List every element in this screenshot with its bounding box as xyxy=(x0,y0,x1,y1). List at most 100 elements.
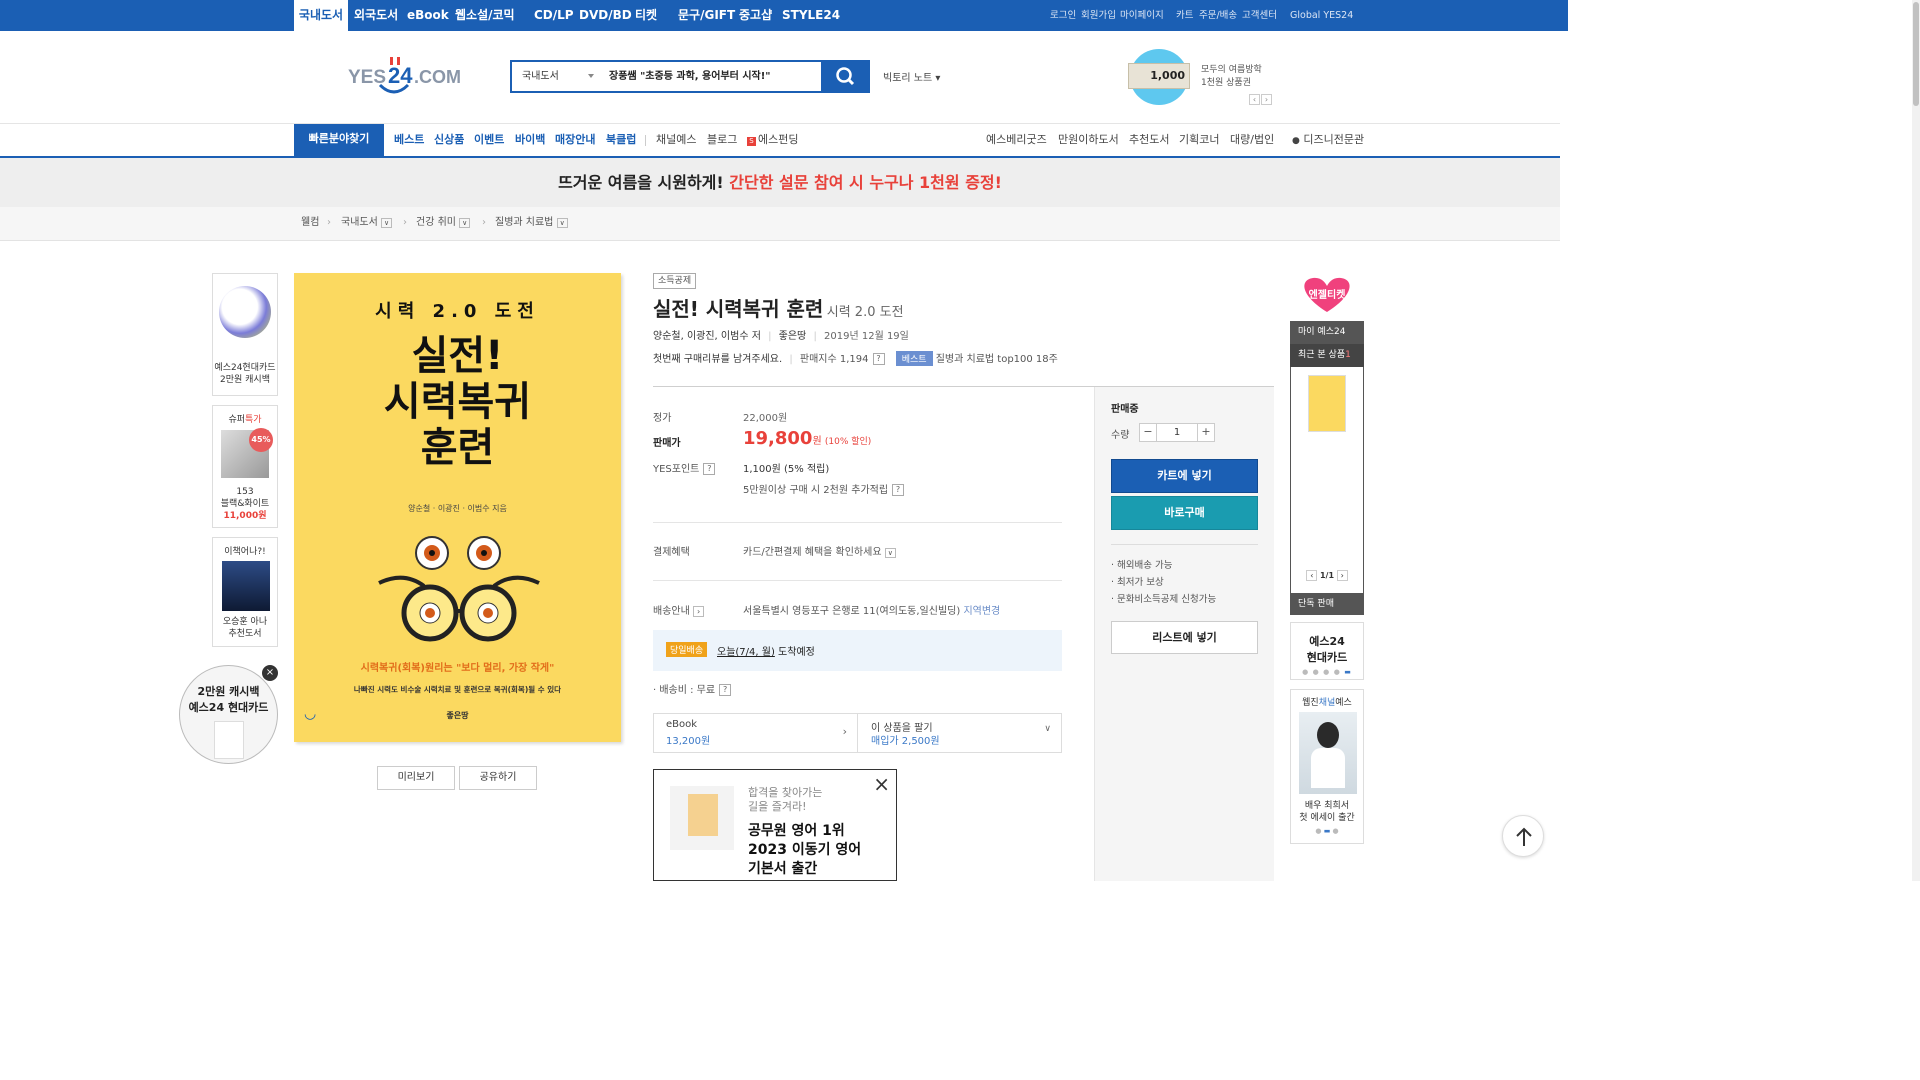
breadcrumb-item-1[interactable]: 국내도서 ∨ xyxy=(341,207,393,239)
nav-bookclub[interactable]: 북클럽 xyxy=(606,124,636,156)
carousel-dots[interactable]: ● ● ● ● ▬ xyxy=(1291,668,1363,676)
review-link[interactable]: 첫번째 구매리뷰를 남겨주세요. xyxy=(653,354,782,365)
nav-best[interactable]: 베스트 xyxy=(394,124,424,156)
authors-link[interactable]: 양순철, 이광진, 이범수 저 xyxy=(653,331,761,342)
global-link[interactable]: Global YES24 xyxy=(1290,0,1353,31)
card-ad[interactable]: 예스24현대카드 2만원 캐시백 xyxy=(212,273,278,396)
ebook-option[interactable]: eBook 13,200원 › xyxy=(654,714,858,752)
qty-minus-button[interactable]: − xyxy=(1140,424,1157,441)
chevron-right-icon[interactable]: › xyxy=(693,606,705,617)
share-button[interactable]: 공유하기 xyxy=(459,766,537,790)
arrival-date[interactable]: 오늘(7/4, 월) xyxy=(717,647,775,658)
nav-sfunding[interactable]: S 에스펀딩 xyxy=(747,124,798,156)
buy-now-button[interactable]: 바로구매 xyxy=(1111,496,1258,530)
search-input[interactable]: 장풍쌤 "초중등 과학, 용어부터 시작!" xyxy=(609,62,771,91)
nav-blog[interactable]: 블로그 xyxy=(707,124,737,156)
publish-date: 2019년 12월 19일 xyxy=(824,331,909,342)
join-link[interactable]: 회원가입 xyxy=(1081,0,1116,31)
tab-gift[interactable]: 문구/GIFT xyxy=(678,0,735,31)
my-yes24-link[interactable]: 마이 예스24 xyxy=(1290,321,1364,344)
promo-next-button[interactable]: › xyxy=(1261,94,1272,105)
qty-plus-button[interactable]: + xyxy=(1197,424,1214,441)
mypage-link[interactable]: 마이페이지 xyxy=(1120,0,1164,31)
help-icon[interactable]: ? xyxy=(719,684,732,696)
yes-point-label: YES포인트? xyxy=(653,460,716,475)
sell-option[interactable]: 이 상품을 팔기 매입가 2,500원 ∨ xyxy=(859,714,1061,752)
page-scrollbar[interactable] xyxy=(1912,0,1920,881)
promo-prev-button[interactable]: ‹ xyxy=(1249,94,1260,105)
cart-link[interactable]: 카트 xyxy=(1176,0,1193,31)
change-region-link[interactable]: 지역변경 xyxy=(963,606,1000,617)
payment-benefit[interactable]: 카드/간편결제 혜택을 확인하세요 ∨ xyxy=(743,543,896,558)
nav-under10k[interactable]: 만원이하도서 xyxy=(1058,124,1119,156)
breadcrumb-home[interactable]: 웰컴 xyxy=(301,207,319,239)
shipping-fee-text: · 배송비 : 무료 xyxy=(653,685,716,696)
help-icon[interactable]: ? xyxy=(872,353,885,365)
ad-popup[interactable]: 합격을 찾아가는 길을 즐겨라! 공무원 영어 1위 2023 이동기 영어 기… xyxy=(653,769,897,881)
webzine-person-body xyxy=(1311,748,1345,788)
tab-style24[interactable]: STYLE24 xyxy=(782,0,840,31)
recent-item-thumbnail[interactable] xyxy=(1308,375,1346,432)
qty-input[interactable]: 1 xyxy=(1157,424,1197,441)
chevron-down-icon[interactable]: ∨ xyxy=(381,218,393,228)
tab-webnovel[interactable]: 웹소설/코믹 xyxy=(455,0,515,31)
nav-buyback[interactable]: 바이백 xyxy=(515,124,545,156)
nav-store[interactable]: 매장안내 xyxy=(555,124,595,156)
cashback-circle-ad[interactable]: 2만원 캐시백 예스24 현대카드 xyxy=(179,665,278,764)
tab-korean-books[interactable]: 국내도서 xyxy=(294,0,348,31)
tab-cd-lp[interactable]: CD/LP xyxy=(534,0,574,31)
tab-ebook[interactable]: eBook xyxy=(407,0,449,31)
publisher-link[interactable]: 좋은땅 xyxy=(779,331,807,342)
help-icon[interactable]: ? xyxy=(892,484,905,496)
webzine-line1: 배우 최희서 xyxy=(1304,801,1350,811)
exclusive-label[interactable]: 단독 판매 xyxy=(1290,593,1364,615)
chevron-down-icon[interactable]: ∨ xyxy=(556,218,568,228)
tab-ticket[interactable]: 티켓 xyxy=(635,0,657,31)
add-to-cart-button[interactable]: 카트에 넣기 xyxy=(1111,459,1258,493)
breadcrumb-item-2[interactable]: 건강 취미 ∨ xyxy=(416,207,471,239)
chevron-right-icon[interactable]: › xyxy=(1336,570,1348,581)
tab-used[interactable]: 중고샵 xyxy=(739,0,772,31)
nav-bulk[interactable]: 대량/법인 xyxy=(1230,124,1274,156)
voucher-text[interactable]: 모두의 여름방학 1천원 상품권 xyxy=(1201,64,1262,90)
book-rec-ad[interactable]: 이책어나?! 오승훈 아나 추천도서 xyxy=(212,537,278,647)
add-to-list-button[interactable]: 리스트에 넣기 xyxy=(1111,621,1258,654)
sales-index: 판매지수 1,194 xyxy=(799,354,869,365)
close-icon[interactable]: × xyxy=(262,665,278,681)
login-link[interactable]: 로그인 xyxy=(1050,0,1076,31)
nav-event[interactable]: 이벤트 xyxy=(474,124,504,156)
victory-note-link[interactable]: 빅토리 노트 ▾ xyxy=(883,69,940,84)
super-deal-ad[interactable]: 슈퍼특가 45% 153 블랙&화이트 11,000원 xyxy=(212,405,278,528)
breadcrumb-item-3[interactable]: 질병과 치료법 ∨ xyxy=(495,207,568,239)
chevron-down-icon[interactable]: ∨ xyxy=(459,218,471,228)
quick-category-button[interactable]: 빠른분야찾기 xyxy=(294,124,384,158)
nav-disney[interactable]: ● 디즈니전문관 xyxy=(1292,124,1364,157)
nav-channel-yes[interactable]: 채널예스 xyxy=(656,124,696,156)
nav-goods[interactable]: 예스베리굿즈 xyxy=(986,124,1047,156)
preview-button[interactable]: 미리보기 xyxy=(377,766,455,790)
hyundai-card-banner[interactable]: 예스24 현대카드 ● ● ● ● ▬ xyxy=(1290,622,1364,680)
best-rank-link[interactable]: 질병과 치료법 top100 18주 xyxy=(936,354,1058,365)
search-button[interactable] xyxy=(821,60,870,93)
nav-special[interactable]: 기획코너 xyxy=(1179,124,1219,156)
chevron-left-icon[interactable]: ‹ xyxy=(1306,570,1318,581)
yes24-logo[interactable]: YES 24 .COM xyxy=(346,55,462,99)
survey-banner[interactable]: 뜨거운 여름을 시원하게! 간단한 설문 참여 시 누구나 1천원 증정! xyxy=(0,158,1560,207)
customer-center-link[interactable]: 고객센터 xyxy=(1242,0,1277,31)
tab-dvd-bd[interactable]: DVD/BD xyxy=(579,0,632,31)
nav-new[interactable]: 신상품 xyxy=(434,124,464,156)
carousel-dots[interactable]: ● ▬ ● xyxy=(1291,827,1363,835)
book-cover[interactable]: 시력 2.0 도전 실전! 시력복귀 훈련 양순철 · 이광진 · 이범수 지음… xyxy=(294,273,621,742)
close-icon[interactable]: × xyxy=(873,772,890,796)
scroll-top-button[interactable] xyxy=(1502,815,1544,857)
search-category-select[interactable]: 국내도서 xyxy=(522,62,559,91)
tab-foreign-books[interactable]: 외국도서 xyxy=(354,0,398,31)
help-icon[interactable]: ? xyxy=(703,463,716,475)
review-line: 첫번째 구매리뷰를 남겨주세요. | 판매지수 1,194? 베스트 질병과 치… xyxy=(653,350,1058,366)
nav-recommend[interactable]: 추천도서 xyxy=(1129,124,1169,156)
arrow-up-icon xyxy=(1516,827,1532,846)
glasses-eyes-illustration xyxy=(378,536,540,642)
order-link[interactable]: 주문/배송 xyxy=(1199,0,1237,31)
webzine-banner[interactable]: 웹진채널예스 배우 최희서 첫 에세이 출간 ● ▬ ● xyxy=(1290,689,1364,844)
angel-ticket-button[interactable]: 엔젤티켓 xyxy=(1293,274,1361,314)
